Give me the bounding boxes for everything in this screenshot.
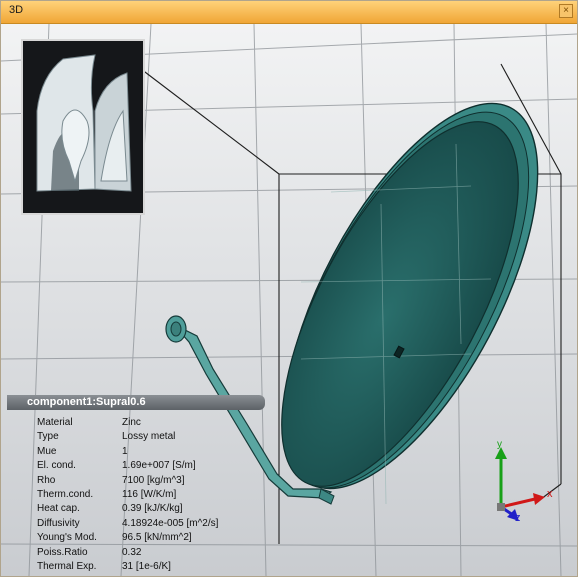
- property-label: Heat cap.: [37, 503, 80, 515]
- property-row: Therm.cond. 116 [W/K/m]: [37, 488, 277, 502]
- component-preview-thumbnail: [21, 39, 145, 215]
- y-axis-label: y: [497, 439, 502, 450]
- component-info-title: component1:Supral0.6: [27, 396, 146, 408]
- property-value: 0.39 [kJ/K/kg]: [122, 503, 183, 515]
- y-axis-arrow: [495, 447, 507, 507]
- x-axis-arrow: [500, 493, 545, 509]
- property-value: Lossy metal: [122, 431, 176, 443]
- property-label: El. cond.: [37, 460, 76, 472]
- property-row: Type Lossy metal: [37, 430, 277, 444]
- property-value: Zinc: [122, 417, 141, 428]
- property-label: Young's Mod.: [37, 532, 97, 544]
- property-row: Heat cap. 0.39 [kJ/K/kg]: [37, 502, 277, 516]
- component-info-header: component1:Supral0.6: [7, 395, 265, 410]
- property-row: Poiss.Ratio 0.32: [37, 546, 277, 560]
- property-label: Rho: [37, 474, 56, 486]
- property-label: Therm.cond.: [37, 488, 94, 500]
- property-value: 31 [1e-6/K]: [122, 560, 171, 572]
- property-label: Material: [37, 417, 73, 428]
- property-row: Young's Mod. 96.5 [kN/mm^2]: [37, 531, 277, 545]
- property-value: 1: [122, 445, 128, 457]
- property-value: 96.5 [kN/mm^2]: [122, 532, 192, 544]
- close-button[interactable]: ×: [559, 4, 573, 18]
- property-row: Diffusivity 4.18924e-005 [m^2/s]: [37, 517, 277, 531]
- property-label: Diffusivity: [37, 517, 80, 529]
- property-row: Material Zinc: [37, 416, 277, 430]
- property-value: 116 [W/K/m]: [122, 488, 177, 500]
- property-value: 1.69e+007 [S/m]: [122, 460, 196, 472]
- z-axis-label: z: [515, 512, 521, 524]
- property-row: Mue 1: [37, 445, 277, 459]
- axis-origin: [497, 503, 505, 511]
- property-row: El. cond. 1.69e+007 [S/m]: [37, 459, 277, 473]
- viewer-window: 3D × component1:Supral0.6 Material Zinc …: [0, 0, 578, 577]
- 3d-viewport[interactable]: component1:Supral0.6 Material Zinc Type Lo…: [1, 24, 577, 576]
- axis-triad: y x z: [495, 439, 553, 524]
- property-label: Thermal Exp.: [37, 560, 97, 572]
- window-title: 3D: [9, 4, 24, 16]
- property-value: 4.18924e-005 [m^2/s]: [122, 517, 219, 529]
- property-label: Poiss.Ratio: [37, 546, 88, 558]
- property-label: Mue: [37, 445, 57, 457]
- property-row: Thermal Exp. 31 [1e-6/K]: [37, 560, 277, 574]
- material-properties-list: Material Zinc Type Lossy metal Mue 1 El. co…: [37, 416, 277, 574]
- title-bar[interactable]: 3D ×: [1, 1, 577, 24]
- property-value: 7100 [kg/m^3]: [122, 474, 185, 486]
- property-value: 0.32: [122, 546, 142, 558]
- property-label: Type: [37, 431, 59, 443]
- property-row: Rho 7100 [kg/m^3]: [37, 474, 277, 488]
- x-axis-label: x: [547, 488, 553, 500]
- feed-horn-opening: [170, 321, 182, 337]
